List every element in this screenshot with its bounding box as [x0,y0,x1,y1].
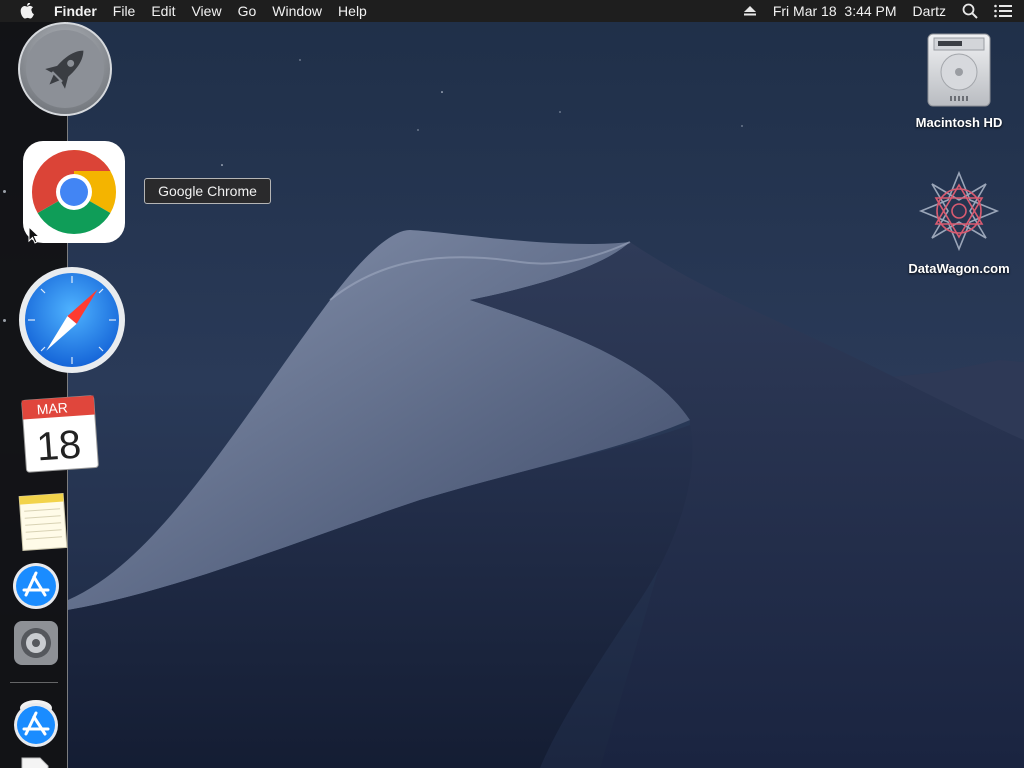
dock-item-document[interactable] [20,756,50,768]
dock-item-launchpad[interactable] [16,22,114,120]
notification-center-icon[interactable] [986,4,1024,18]
eject-icon[interactable] [735,5,765,17]
gear-icon [14,621,58,665]
document-icon [21,757,49,768]
desktop-icon-label: Macintosh HD [915,115,1003,130]
dock-item-app-store[interactable] [12,562,60,610]
running-indicator [3,319,6,322]
notes-icon [18,492,68,552]
safari-compass-icon [19,267,125,373]
spotlight-search-icon[interactable] [954,3,986,19]
app-store-icon [14,700,58,747]
hard-drive-icon [927,33,991,107]
desktop-icon-macintosh-hd[interactable]: Macintosh HD [905,30,1013,130]
launchpad-rocket-icon [18,22,112,116]
desktop-icon-datawagon[interactable]: DataWagon.com [900,168,1018,276]
dock-separator [10,682,58,683]
menu-help[interactable]: Help [330,0,375,22]
running-indicator [3,190,6,193]
apple-icon[interactable] [0,0,54,22]
datawagon-logo-icon [918,170,1000,252]
calendar-icon: MAR 18 [21,395,99,473]
menu-view[interactable]: View [183,0,229,22]
calendar-day: 18 [35,423,82,470]
app-store-icon [13,563,59,609]
dock-item-safari[interactable] [18,266,126,374]
desktop-wallpaper [0,0,1024,768]
menu-clock[interactable]: Fri Mar 18 3:44 PM [765,0,905,22]
menu-bar: Finder File Edit View Go Window Help Fri… [0,0,1024,22]
menu-app-name[interactable]: Finder [54,0,105,22]
menu-edit[interactable]: Edit [143,0,183,22]
dock-item-app-store-download[interactable] [12,698,60,748]
menu-window[interactable]: Window [264,0,330,22]
menu-go[interactable]: Go [230,0,265,22]
dock-item-system-preferences[interactable] [13,620,59,666]
menu-file[interactable]: File [105,0,144,22]
desktop-icon-label: DataWagon.com [908,261,1010,276]
dock: MAR 18 [0,22,125,768]
menu-user[interactable]: Dartz [905,0,954,22]
mouse-cursor-icon [28,226,40,244]
dock-tooltip: Google Chrome [144,178,271,204]
dock-item-notes[interactable] [16,492,70,552]
calendar-month: MAR [36,399,68,417]
dock-item-calendar[interactable]: MAR 18 [18,392,100,474]
